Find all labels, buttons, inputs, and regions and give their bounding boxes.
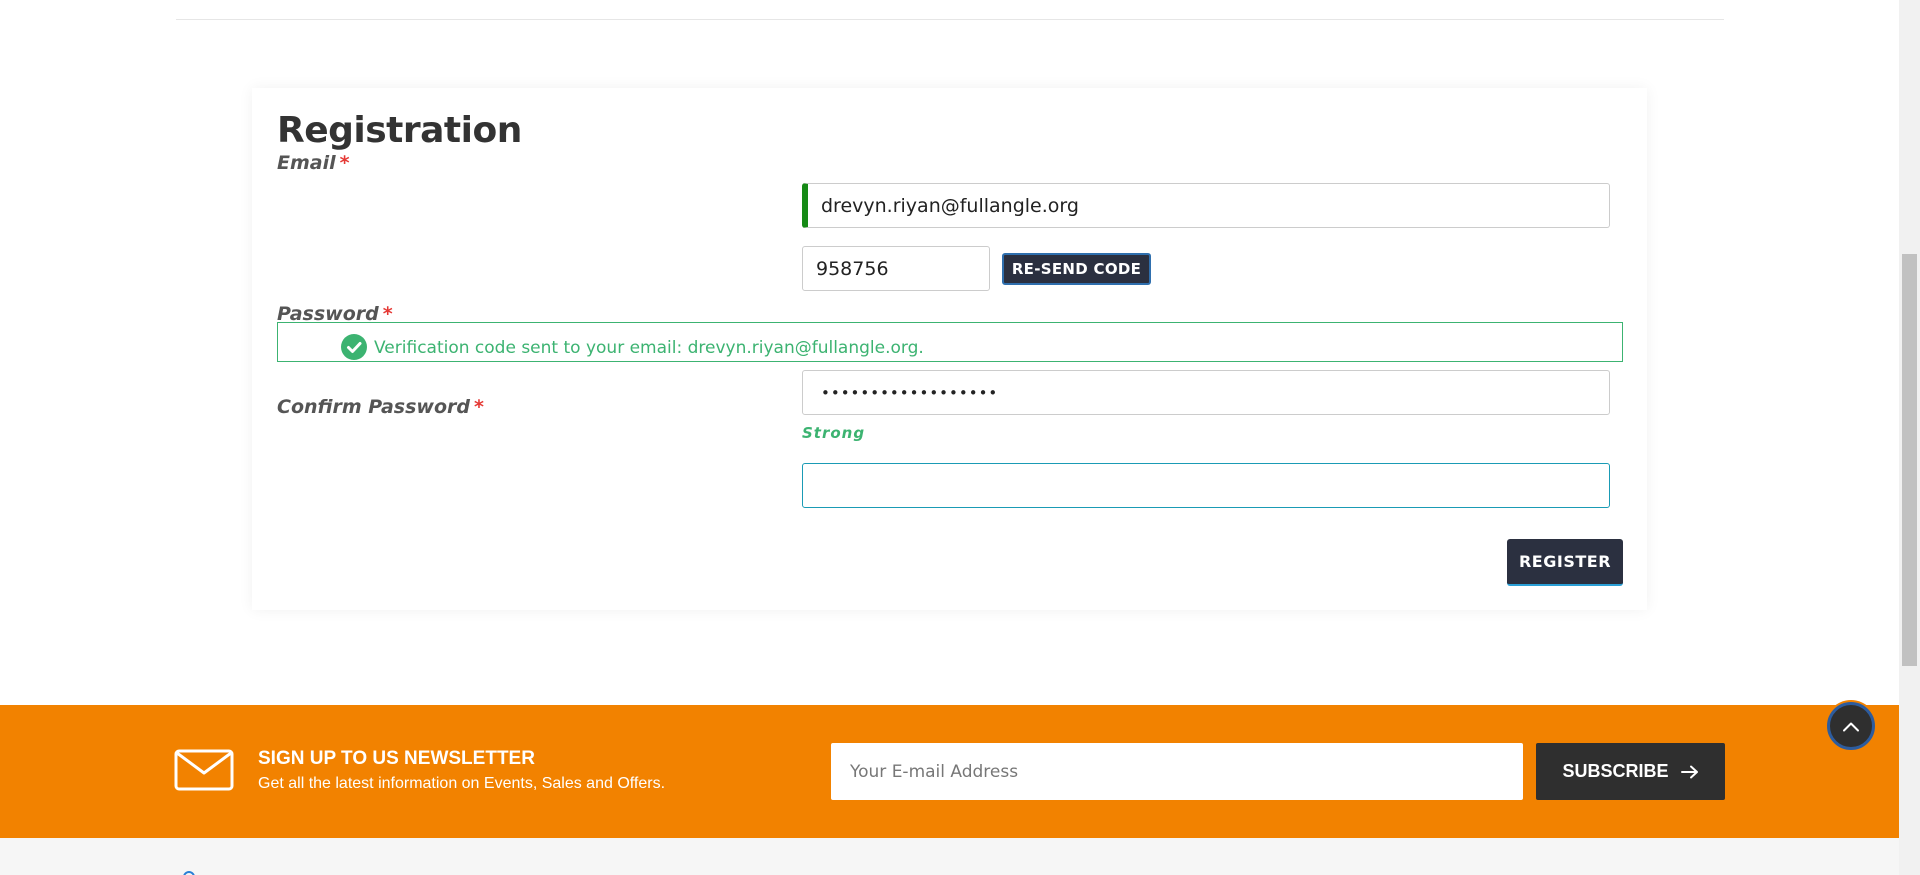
subscribe-label: SUBSCRIBE <box>1562 761 1669 781</box>
verification-alert-text: Verification code sent to your email: dr… <box>374 338 924 358</box>
check-circle-icon <box>341 334 367 360</box>
page-title: Registration <box>277 110 522 151</box>
confirm-password-label: Confirm Password * <box>277 396 484 418</box>
required-mark: * <box>382 303 393 325</box>
resend-code-button[interactable]: RE-SEND CODE <box>1002 253 1151 285</box>
newsletter-title: SIGN UP TO US NEWSLETTER <box>258 748 535 769</box>
newsletter-email-input[interactable] <box>831 743 1523 800</box>
chevron-up-icon <box>1843 722 1859 731</box>
email-input[interactable] <box>802 183 1610 228</box>
header-divider <box>176 19 1724 20</box>
scrollbar-thumb[interactable] <box>1902 254 1917 666</box>
required-mark: * <box>339 152 350 174</box>
password-label: Password * <box>277 303 393 325</box>
footer <box>0 838 1899 875</box>
verification-code-input[interactable] <box>802 246 990 291</box>
subscribe-button[interactable]: SUBSCRIBE <box>1536 743 1725 800</box>
email-label-text: Email <box>277 152 336 174</box>
password-input[interactable] <box>802 370 1610 415</box>
confirm-password-label-text: Confirm Password <box>277 396 470 418</box>
arrow-right-icon <box>1680 765 1698 778</box>
verification-alert: Verification code sent to your email: dr… <box>277 322 1623 362</box>
confirm-password-input[interactable] <box>802 463 1610 508</box>
required-mark: * <box>474 396 484 418</box>
password-strength: Strong <box>802 424 866 442</box>
page: Registration Email* RE-SEND CODE Verific… <box>0 0 1920 875</box>
password-label-text: Password <box>277 303 379 325</box>
newsletter-band: SIGN UP TO US NEWSLETTER Get all the lat… <box>0 705 1899 838</box>
newsletter-subtitle: Get all the latest information on Events… <box>258 775 666 792</box>
location-pin-icon <box>183 871 195 875</box>
registration-card: Registration Email* RE-SEND CODE Verific… <box>252 88 1647 610</box>
register-button[interactable]: REGISTER <box>1507 539 1623 586</box>
email-label: Email * <box>277 152 350 174</box>
mail-icon <box>174 749 234 791</box>
scroll-to-top-button[interactable] <box>1827 702 1875 750</box>
